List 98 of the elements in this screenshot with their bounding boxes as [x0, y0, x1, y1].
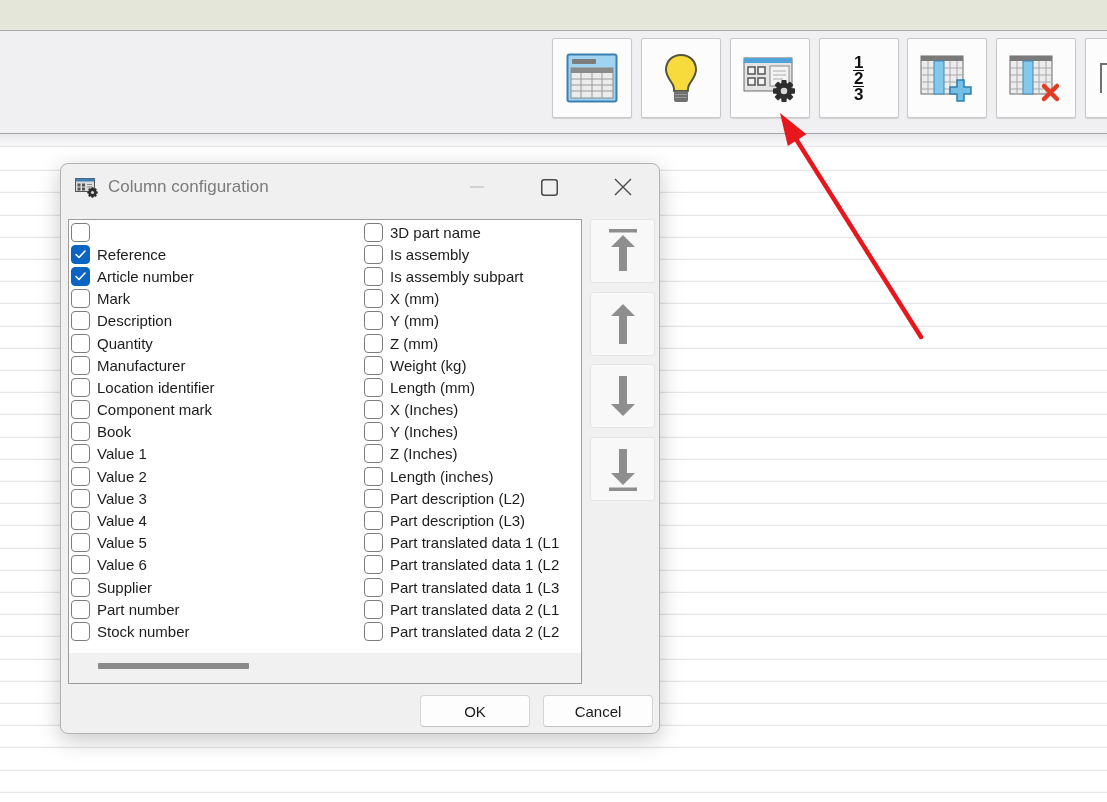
checkbox-label: Manufacturer [97, 356, 186, 374]
checkbox-label: Location identifier [97, 378, 215, 396]
dialog-button[interactable]: OK [420, 695, 530, 727]
checkbox-label: Mark [97, 290, 131, 308]
checkbox[interactable] [364, 422, 383, 442]
checkbox[interactable] [364, 555, 383, 575]
checkbox-label: Part description (L3) [390, 512, 526, 530]
checkbox-label: Value 6 [97, 556, 147, 574]
checkbox-label: Length (mm) [390, 378, 476, 396]
move-to-top-icon [608, 229, 637, 273]
numbering-button[interactable]: 1 2 3 [818, 38, 899, 118]
checkbox-label: Value 3 [97, 489, 147, 507]
checkbox-label: Z (Inches) [390, 445, 458, 463]
checkbox[interactable] [364, 377, 383, 397]
checkbox-label: Weight (kg) [390, 356, 467, 374]
checkbox-label: Value 2 [97, 467, 147, 485]
checkbox[interactable] [364, 599, 383, 619]
table-gear-icon [75, 176, 98, 198]
checkbox-label: Component mark [97, 401, 213, 419]
checkbox-label: 3D part name [390, 223, 481, 241]
checkbox-label: Part translated data 1 (L3 [390, 578, 560, 596]
checkbox[interactable] [71, 577, 90, 597]
checkbox-label: Is assembly subpart [390, 267, 524, 285]
dialog-title: Column configuration [108, 177, 269, 197]
checkbox-label: Article number [97, 267, 194, 285]
checkbox-label: Part translated data 2 (L2 [390, 622, 560, 640]
lightbulb-icon [664, 53, 698, 103]
checkbox[interactable] [71, 289, 90, 309]
checkbox[interactable] [71, 311, 90, 331]
scrollbar-thumb[interactable] [98, 663, 249, 669]
checkbox[interactable] [71, 244, 90, 264]
checkbox-label: Part description (L2) [390, 489, 526, 507]
checkbox[interactable] [364, 444, 383, 464]
checkbox[interactable] [71, 400, 90, 420]
checkbox-label: Value 1 [97, 445, 147, 463]
checkbox[interactable] [71, 533, 90, 553]
checkbox-label: Quantity [97, 334, 153, 352]
checkbox[interactable] [364, 533, 383, 553]
checkbox[interactable] [364, 466, 383, 486]
checkbox-label: Book [97, 423, 132, 441]
checkbox-label: Part translated data 1 (L1 [390, 534, 560, 552]
partial-icon [1100, 63, 1107, 93]
checkbox[interactable] [364, 488, 383, 508]
checkbox-label: Part translated data 2 (L1 [390, 600, 560, 618]
toolbar-button[interactable] [729, 38, 810, 118]
checkbox[interactable] [364, 621, 383, 641]
checkbox-label: Y (mm) [390, 312, 439, 330]
checkbox[interactable] [364, 222, 383, 242]
checkbox-label: Value 4 [97, 512, 147, 530]
checkbox[interactable] [71, 422, 90, 442]
checkbox-label: Reference [97, 245, 167, 263]
checkbox[interactable] [71, 222, 90, 242]
move-button[interactable] [590, 364, 655, 428]
checkbox[interactable] [364, 266, 383, 286]
checkbox-label: Length (inches) [390, 467, 494, 485]
checkbox-label: Part number [97, 600, 180, 618]
checkbox[interactable] [364, 400, 383, 420]
move-button[interactable] [590, 291, 655, 356]
checkmark-icon [75, 271, 86, 281]
checkbox[interactable] [71, 355, 90, 375]
checkbox-label: Part translated data 1 (L2 [390, 556, 560, 574]
checkbox[interactable] [71, 511, 90, 531]
add-column-icon [920, 53, 975, 103]
column-list[interactable] [68, 219, 582, 684]
checkbox[interactable] [71, 444, 90, 464]
move-to-bottom-icon [608, 446, 637, 491]
checkbox[interactable] [364, 511, 383, 531]
checkbox[interactable] [364, 311, 383, 331]
table-icon [566, 53, 619, 103]
checkmark-icon [75, 249, 86, 259]
checkbox-label: Stock number [97, 622, 190, 640]
checkbox[interactable] [364, 355, 383, 375]
checkbox[interactable] [71, 333, 90, 353]
checkbox-label: Z (mm) [390, 334, 439, 352]
close-icon [613, 178, 632, 196]
checkbox[interactable] [364, 244, 383, 264]
dialog-button[interactable]: Cancel [543, 695, 653, 727]
checkbox-label: Supplier [97, 578, 153, 596]
maximize-icon [541, 178, 558, 196]
checkbox[interactable] [71, 621, 90, 641]
checkbox[interactable] [71, 599, 90, 619]
checkbox-label: X (Inches) [390, 401, 459, 419]
checkbox-label: Y (Inches) [390, 423, 459, 441]
checkbox[interactable] [71, 555, 90, 575]
checkbox[interactable] [364, 333, 383, 353]
checkbox[interactable] [71, 377, 90, 397]
checkbox[interactable] [71, 488, 90, 508]
checkbox-label: Description [97, 312, 173, 330]
checkbox[interactable] [364, 577, 383, 597]
move-button[interactable] [590, 436, 655, 501]
toolbar-button[interactable] [641, 38, 721, 118]
move-button[interactable] [590, 219, 655, 283]
checkbox-label: Is assembly [390, 245, 470, 263]
checkbox[interactable] [71, 266, 90, 286]
checkbox-label: Value 5 [97, 534, 147, 552]
checkbox[interactable] [364, 289, 383, 309]
checkbox[interactable] [71, 466, 90, 486]
checkbox-label: X (mm) [390, 290, 440, 308]
